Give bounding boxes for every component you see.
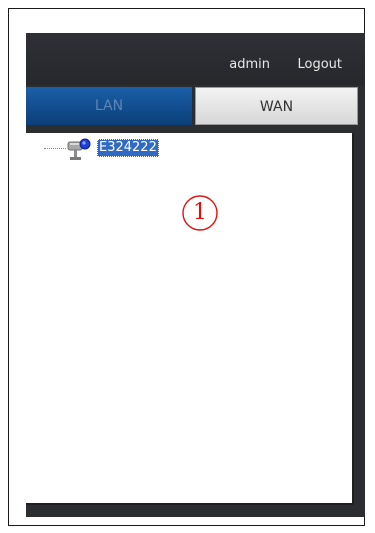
tree-node-label[interactable]: E324222 — [97, 139, 159, 157]
tab-bar: LAN WAN — [26, 87, 365, 125]
camera-icon — [66, 137, 96, 165]
annotation-marker-number: 1 — [193, 200, 207, 225]
tree-node[interactable]: E324222 — [44, 137, 224, 161]
logout-link[interactable]: Logout — [297, 57, 342, 72]
username-label: admin — [229, 57, 270, 72]
app-window: admin Logout LAN WAN E324222 1 — [26, 33, 365, 517]
tree-connector — [44, 148, 66, 149]
annotation-marker: 1 — [180, 193, 220, 233]
tab-wan[interactable]: WAN — [195, 87, 358, 125]
device-tree-panel: E324222 1 — [26, 133, 354, 505]
tab-lan[interactable]: LAN — [26, 87, 192, 125]
top-bar: admin Logout — [26, 33, 365, 85]
